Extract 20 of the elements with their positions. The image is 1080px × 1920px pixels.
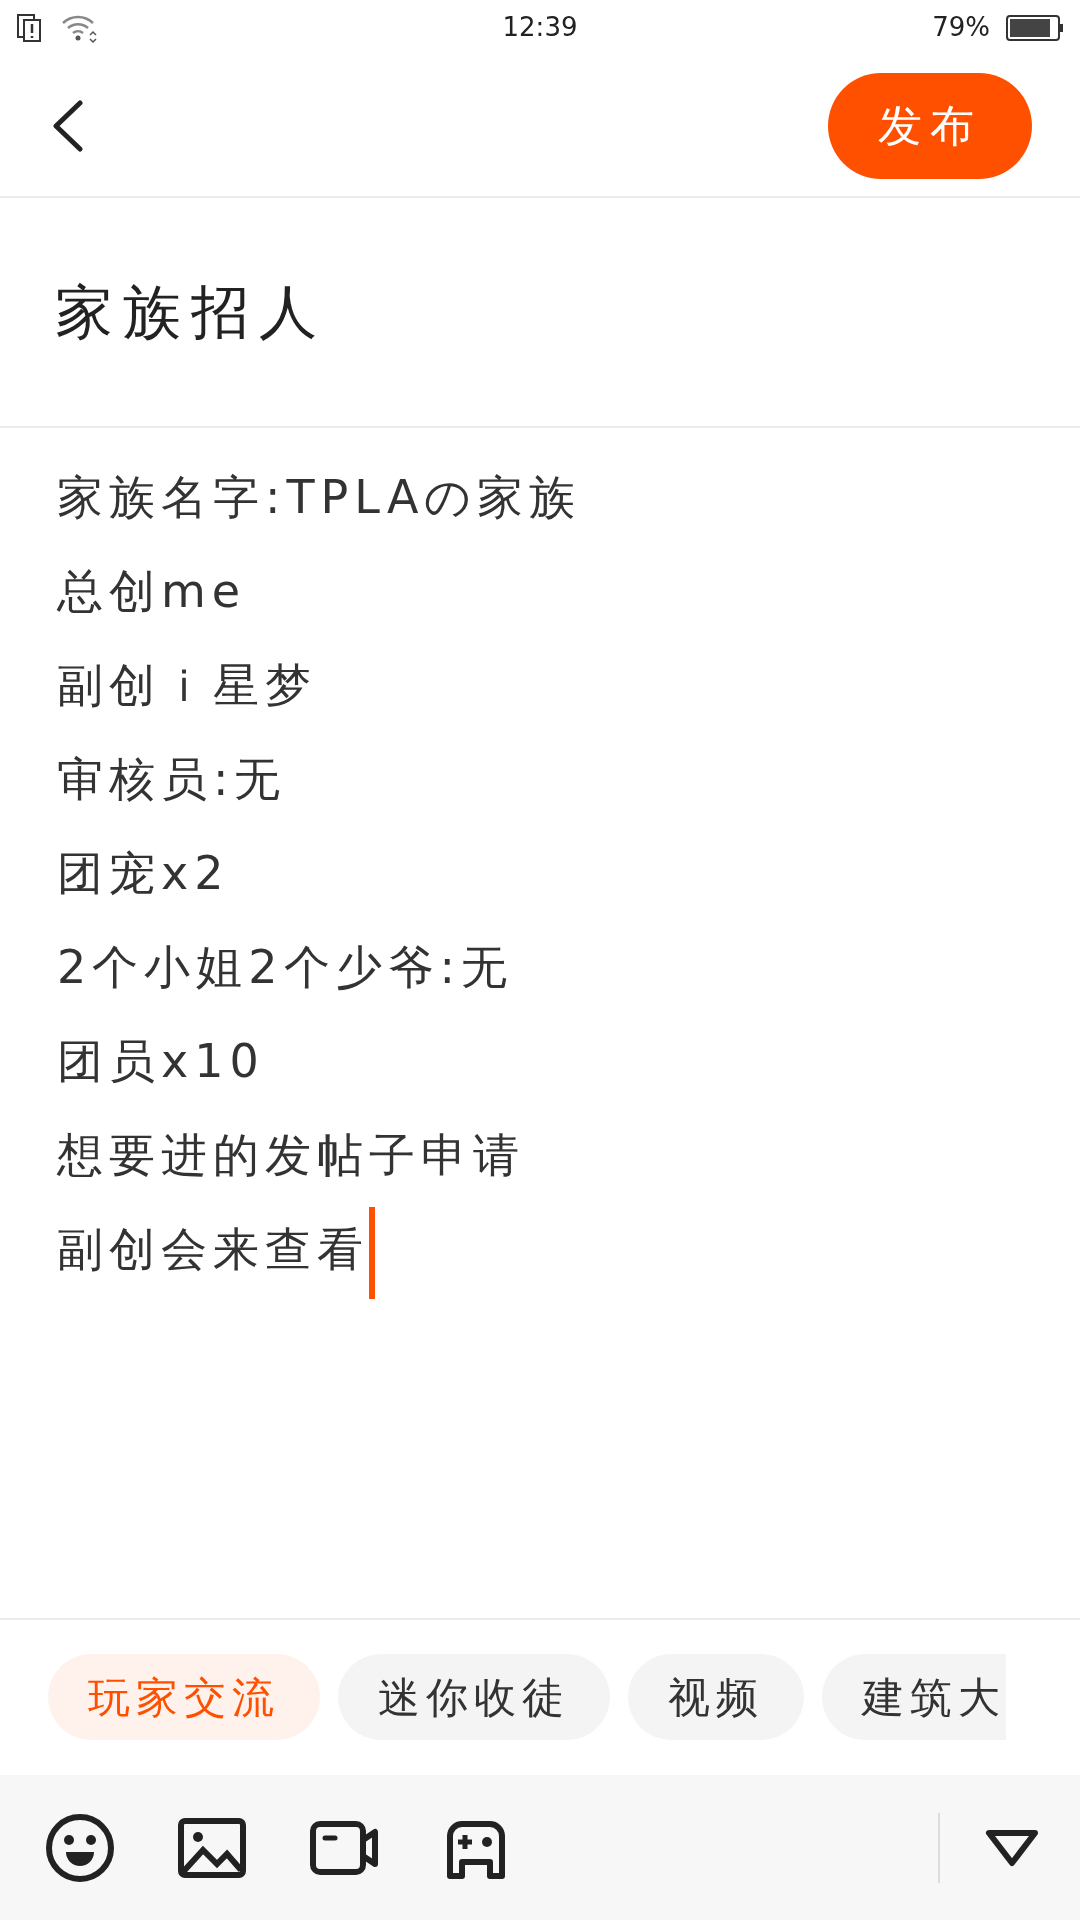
topic-chip[interactable]: 建筑大 [822, 1654, 1006, 1740]
topic-chip[interactable]: 视频 [628, 1654, 804, 1740]
topic-chip[interactable]: 迷你收徒 [338, 1654, 610, 1740]
emoji-icon[interactable] [44, 1811, 116, 1884]
post-title: 家族招人 [55, 276, 327, 348]
battery-percent: 79% [932, 11, 990, 44]
body-text-line: 家族名字:TPLAの家族 [57, 470, 582, 524]
body-text-line: 总创me [57, 564, 247, 618]
body-text-line: 想要进的发帖子申请 [57, 1128, 525, 1182]
back-icon[interactable] [50, 99, 86, 152]
status-time: 12:39 [501, 11, 579, 44]
body-text-line: 团宠x2 [57, 846, 230, 900]
battery-icon [1006, 13, 1064, 42]
body-text-line: 副创会来查看 [57, 1222, 369, 1276]
body-text-line: 审核员:无 [57, 752, 287, 806]
collapse-triangle-icon[interactable] [984, 1827, 1040, 1868]
body-text-line: 团员x10 [57, 1034, 265, 1088]
body-text-line: 副创ｉ星梦 [57, 658, 317, 712]
body-text-line: 2个小姐2个少爷:无 [57, 940, 514, 994]
sim-alert-icon [16, 12, 44, 43]
